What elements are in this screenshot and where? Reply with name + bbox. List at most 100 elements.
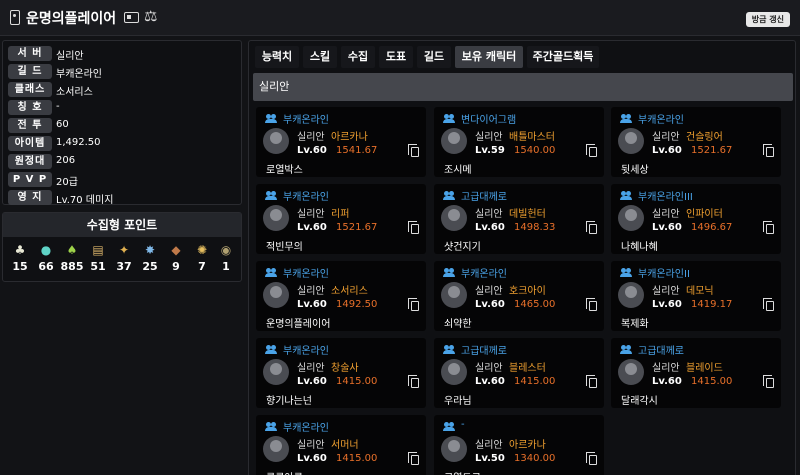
character-name[interactable]: 뒷세상 [621,161,649,176]
collectible-count: 25 [142,260,158,273]
copy-icon[interactable] [586,144,597,157]
character-guild[interactable]: 부캐온라인 [461,265,507,280]
character-item-level: 1541.67 [336,145,378,156]
collectible-item[interactable]: ▤ 51 [85,243,111,273]
character-guild[interactable]: 부캐온라인 [283,265,329,280]
profile-label: 원정대 [8,154,52,169]
character-class: 아르카나 [509,440,546,451]
collectible-count: 51 [90,260,106,273]
character-class: 블레이드 [686,363,723,374]
character-item-level: 1340.00 [514,453,556,464]
character-card[interactable]: -실리안 아르카나 Lv.50 1340.00 로열드로 [434,415,604,475]
character-item-level: 1415.00 [336,376,378,387]
adventure-map-icon: ▤ [92,243,104,257]
profile-value: 1,492.50 [56,137,101,148]
copy-icon[interactable] [586,375,597,388]
tab-owned-characters[interactable]: 보유 캐릭터 [455,46,523,68]
character-card[interactable]: 고급대께로 실리안 데빌헌터 Lv.60 1498.33 샷건지기 [434,184,604,254]
character-guild[interactable]: 부캐온라인II [638,265,690,280]
copy-icon[interactable] [408,452,419,465]
collectible-item[interactable]: ♣ 15 [7,243,33,273]
character-guild[interactable]: 부캐온라인 [638,111,684,126]
character-name[interactable]: 루루아루 [266,469,303,475]
copy-icon[interactable] [763,221,774,234]
tab-weekly-gold[interactable]: 주간골드획득 [527,46,599,68]
character-card[interactable]: 고급대께로 실리안 블레이드 Lv.60 1415.00 달래각시 [611,338,781,408]
tab-stats[interactable]: 능력치 [255,46,299,68]
character-card[interactable]: 고급대께로 실리안 블레스터 Lv.60 1415.00 우라님 [434,338,604,408]
character-name[interactable]: 복제화 [621,315,649,330]
character-class: 창술사 [331,363,359,374]
character-name[interactable]: 운명의플레이어 [266,315,330,330]
character-guild[interactable]: 부캐온라인 [283,419,329,434]
character-class: 데모닉 [686,286,714,297]
character-name[interactable]: 샷건지기 [444,238,481,253]
collectible-item[interactable]: ◆ 9 [163,243,189,273]
character-card[interactable]: 부캐온라인 실리안 건슬링어 Lv.60 1521.67 뒷세상 [611,107,781,177]
character-avatar [263,359,289,385]
character-guild[interactable]: - [461,419,465,430]
character-server: 실리안 [652,209,680,220]
character-guild[interactable]: 부캐온라인 [283,111,329,126]
collectible-item[interactable]: ● 66 [33,243,59,273]
scale-icon[interactable]: ⚖ [144,7,157,25]
character-item-level: 1465.00 [514,299,556,310]
copy-icon[interactable] [763,375,774,388]
character-class: 인파이터 [686,209,723,220]
character-card[interactable]: 부캐온라인 실리안 아르카나 Lv.60 1541.67 로열박스 [256,107,426,177]
character-guild[interactable]: 부캐온라인III [638,188,693,203]
character-card[interactable]: 부캐온라인 실리안 호크아이 Lv.60 1465.00 쇠약한 [434,261,604,331]
character-guild[interactable]: 고급대께로 [638,342,684,357]
refresh-button[interactable]: 방금 갱신 [745,12,790,27]
copy-icon[interactable] [586,452,597,465]
collectible-item[interactable]: ◉ 1 [213,243,239,273]
character-avatar [441,128,467,154]
copy-icon[interactable] [408,144,419,157]
collectible-item[interactable]: ✦ 37 [111,243,137,273]
collectible-item[interactable]: ✺ 7 [189,243,215,273]
character-name[interactable]: 쇠약한 [444,315,472,330]
character-name[interactable]: 로열드로 [444,469,481,475]
character-guild[interactable]: 부캐온라인 [283,188,329,203]
copy-icon[interactable] [408,221,419,234]
character-name[interactable]: 조시메 [444,161,472,176]
copy-icon[interactable] [408,298,419,311]
profile-value: 소서리스 [56,87,93,98]
tab-chart[interactable]: 도표 [379,46,413,68]
character-card[interactable]: 부캐온라인 실리안 리퍼 Lv.60 1521.67 적빈무의 [256,184,426,254]
character-card[interactable]: 부캐온라인 실리안 창술사 Lv.60 1415.00 향기나는넌 [256,338,426,408]
character-level: Lv.60 [475,299,505,310]
id-card-icon[interactable] [124,12,139,23]
copy-icon[interactable] [763,298,774,311]
character-card[interactable]: 변다이어그램 실리안 배틀마스터 Lv.59 1540.00 조시메 [434,107,604,177]
tab-collection[interactable]: 수집 [341,46,375,68]
profile-label: 영 지 [8,190,52,205]
copy-icon[interactable] [763,144,774,157]
character-guild[interactable]: 고급대께로 [461,188,507,203]
character-guild[interactable]: 부캐온라인 [283,342,329,357]
tab-skills[interactable]: 스킬 [303,46,337,68]
character-level: Lv.60 [652,222,682,233]
collectible-count: 66 [38,260,54,273]
character-name[interactable]: 나혜나혜 [621,238,658,253]
character-name[interactable]: 적빈무의 [266,238,303,253]
character-name-title: 운명의플레이어 [26,11,117,27]
copy-icon[interactable] [586,298,597,311]
copy-icon[interactable] [586,221,597,234]
character-card[interactable]: 부캐온라인실리안 서머너 Lv.60 1415.00 루루아루 [256,415,426,475]
collectible-item[interactable]: ✸ 25 [137,243,163,273]
character-guild[interactable]: 고급대께로 [461,342,507,357]
tab-guild[interactable]: 길드 [417,46,451,68]
character-card[interactable]: 부캐온라인III 실리안 인파이터 Lv.60 1496.67 나혜나혜 [611,184,781,254]
bookmark-icon[interactable] [10,10,20,25]
character-avatar [441,436,467,462]
character-card[interactable]: 부캐온라인II 실리안 데모닉 Lv.60 1419.17 복제화 [611,261,781,331]
copy-icon[interactable] [408,375,419,388]
character-name[interactable]: 우라님 [444,392,472,407]
character-guild[interactable]: 변다이어그램 [461,111,516,126]
character-name[interactable]: 달래각시 [621,392,658,407]
collectible-item[interactable]: ♠ 885 [59,243,85,273]
character-name[interactable]: 로열박스 [266,161,303,176]
character-name[interactable]: 향기나는넌 [266,392,312,407]
character-card[interactable]: 부캐온라인 실리안 소서리스 Lv.60 1492.50 운명의플레이어 [256,261,426,331]
